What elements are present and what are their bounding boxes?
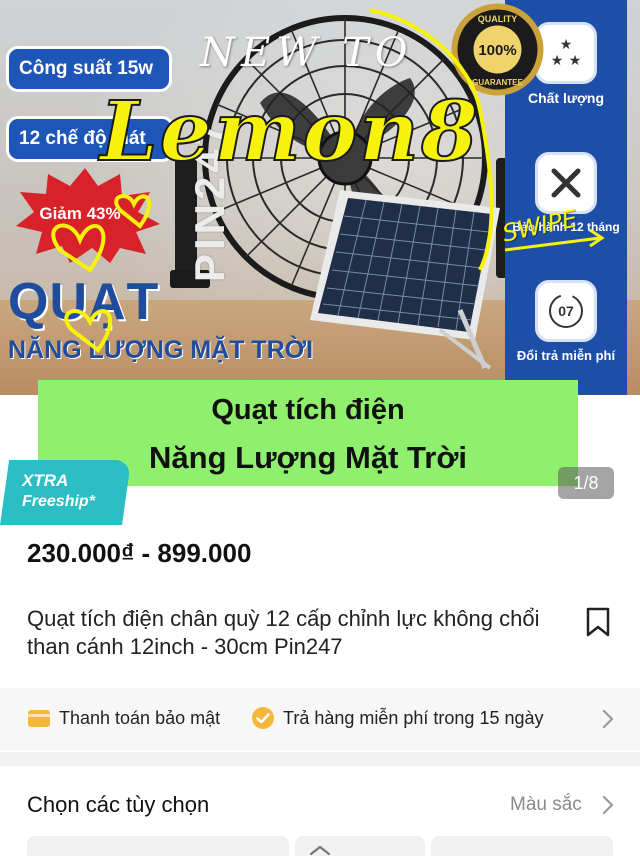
option-tile[interactable] — [27, 836, 289, 856]
options-title[interactable]: Chọn các tùy chọn — [27, 792, 209, 818]
xtra-label: XTRA — [22, 471, 69, 490]
product-page: PIN247 ★ ★ ★ Chất lượng Bảo hành 12 thán… — [0, 0, 640, 856]
price-range: 230.000₫ - 899.000 — [27, 538, 252, 568]
lemon8-watermark-top: NEW TO — [200, 30, 414, 76]
headline-big: QUẠT — [8, 273, 160, 331]
lemon8-watermark: Lemon8 — [99, 83, 480, 181]
chevron-right-icon[interactable] — [601, 708, 615, 730]
freeship-label: Freeship* — [22, 493, 95, 510]
svg-text:★: ★ — [560, 36, 573, 52]
tools-icon — [535, 152, 597, 214]
xtra-freeship-label: XTRA Freeship* — [22, 471, 95, 511]
options-chevron-right-icon[interactable] — [601, 794, 615, 816]
caption-line-1: Quạt tích điện — [211, 394, 405, 426]
chevron-up-icon[interactable] — [308, 844, 332, 856]
bookmark-icon[interactable] — [584, 607, 612, 637]
options-hint[interactable]: Màu sắc — [510, 794, 582, 816]
returns-days-text: 07 — [558, 303, 574, 319]
feature-returns-label: Đổi trả miễn phí — [516, 348, 616, 363]
solar-panel-image — [310, 190, 500, 370]
svg-text:★: ★ — [551, 52, 564, 68]
discount-text: Giảm 43% — [39, 204, 121, 223]
secure-payment: Thanh toán bảo mật — [27, 706, 220, 730]
free-return: Trả hàng miễn phí trong 15 ngày — [251, 706, 544, 730]
verified-badge-icon — [252, 707, 274, 729]
svg-text:★: ★ — [569, 52, 582, 68]
svg-text:QUALITY: QUALITY — [478, 14, 518, 24]
option-tile[interactable] — [431, 836, 613, 856]
feature-returns: 07 Đổi trả miễn phí — [505, 280, 627, 363]
secure-payment-label: Thanh toán bảo mật — [59, 707, 221, 728]
wallet-icon — [28, 710, 50, 727]
free-return-label: Trả hàng miễn phí trong 15 ngày — [283, 707, 544, 728]
image-counter: 1/8 — [558, 467, 614, 499]
svg-text:100%: 100% — [478, 42, 516, 59]
quality-guarantee-seal: QUALITY 100% GUARANTEE — [451, 3, 544, 96]
product-image-gallery[interactable]: PIN247 ★ ★ ★ Chất lượng Bảo hành 12 thán… — [0, 0, 640, 525]
return-cycle-icon: 07 — [535, 280, 597, 342]
headline-sub: NĂNG LƯỢNG MẶT TRỜI — [8, 336, 314, 364]
product-title: Quạt tích điện chân quỳ 12 cấp chỉnh lực… — [27, 606, 540, 659]
section-divider — [0, 752, 640, 766]
